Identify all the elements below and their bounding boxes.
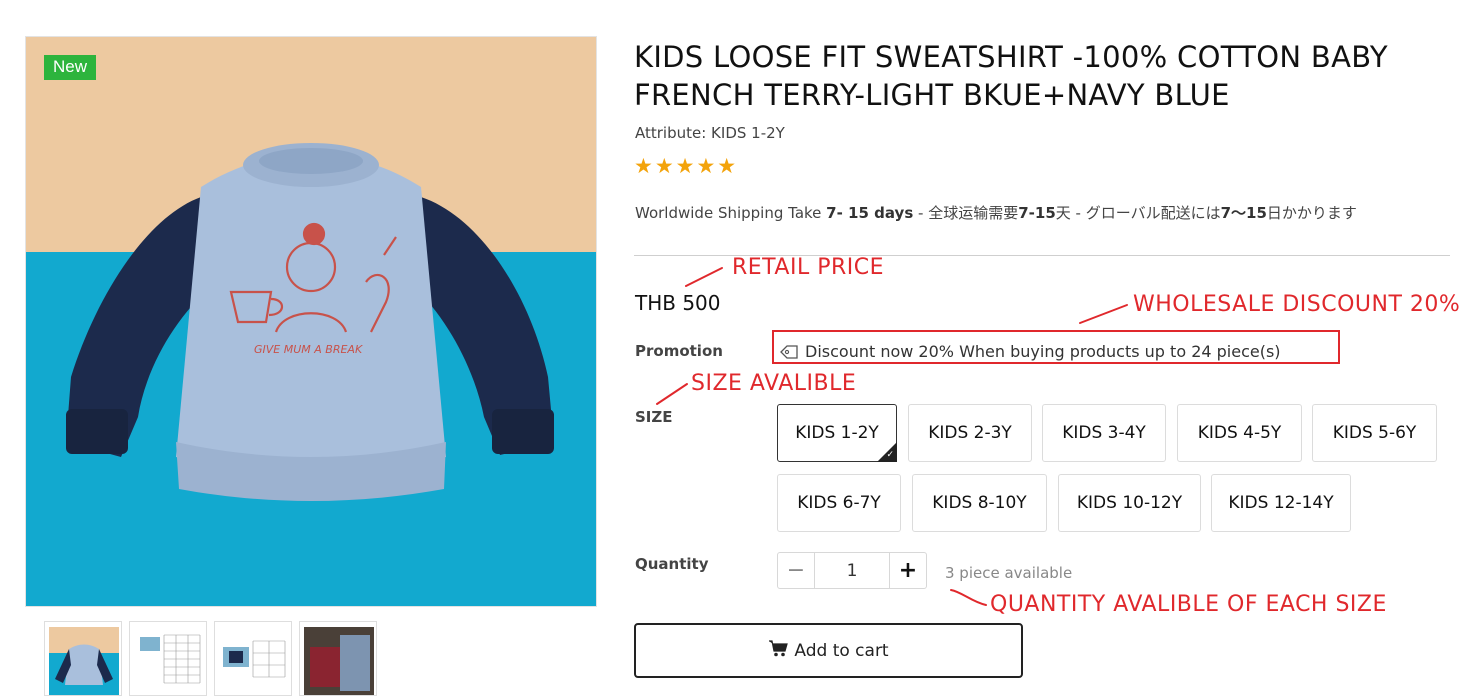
quantity-decrease-button[interactable]: − [778,553,815,588]
rating-stars[interactable]: ★★★★★ [634,154,738,178]
size-option-kids-2-3y[interactable]: KIDS 2-3Y [908,404,1032,462]
promotion-label: Promotion [635,342,723,360]
quantity-stepper: − + [777,552,927,589]
annotation-wholesale-discount: WHOLESALE DISCOUNT 20% [1133,292,1461,317]
quantity-increase-button[interactable]: + [889,553,926,588]
size-option-kids-10-12y[interactable]: KIDS 10-12Y [1058,474,1201,532]
annotation-retail-price: RETAIL PRICE [732,255,885,280]
thumbnail-3[interactable] [214,621,292,696]
retail-price: THB 500 [635,291,721,315]
product-main-image[interactable]: GIVE MUM A BREAK New [25,36,597,607]
thumbnail-4[interactable] [299,621,377,696]
add-to-cart-button[interactable]: Add to cart [634,623,1023,678]
size-option-kids-8-10y[interactable]: KIDS 8-10Y [912,474,1047,532]
size-option-kids-5-6y[interactable]: KIDS 5-6Y [1312,404,1437,462]
promotion-highlight-box [772,330,1340,364]
size-option-kids-6-7y[interactable]: KIDS 6-7Y [777,474,901,532]
annotation-size-available: SIZE AVALIBLE [691,371,857,396]
product-title: KIDS LOOSE FIT SWEATSHIRT -100% COTTON B… [634,40,1388,112]
size-option-kids-12-14y[interactable]: KIDS 12-14Y [1211,474,1351,532]
print-text: GIVE MUM A BREAK [254,343,363,356]
size-option-kids-1-2y[interactable]: KIDS 1-2Y ✓ [777,404,897,462]
thumbnail-2[interactable] [129,621,207,696]
new-badge: New [44,55,97,80]
thumbnail-1[interactable] [44,621,122,696]
size-option-kids-4-5y[interactable]: KIDS 4-5Y [1177,404,1302,462]
size-label: SIZE [635,408,673,426]
shipping-info: Worldwide Shipping Take 7- 15 days - 全球运… [635,204,1357,222]
quantity-input[interactable] [815,553,889,588]
sweatshirt-illustration: GIVE MUM A BREAK [66,143,554,501]
product-attribute: Attribute: KIDS 1-2Y [635,124,785,142]
quantity-label: Quantity [635,555,709,573]
size-option-kids-3-4y[interactable]: KIDS 3-4Y [1042,404,1166,462]
stock-available: 3 piece available [945,564,1073,582]
shopping-cart-icon [768,639,789,662]
annotation-quantity-available: QUANTITY AVALIBLE OF EACH SIZE [990,592,1387,617]
